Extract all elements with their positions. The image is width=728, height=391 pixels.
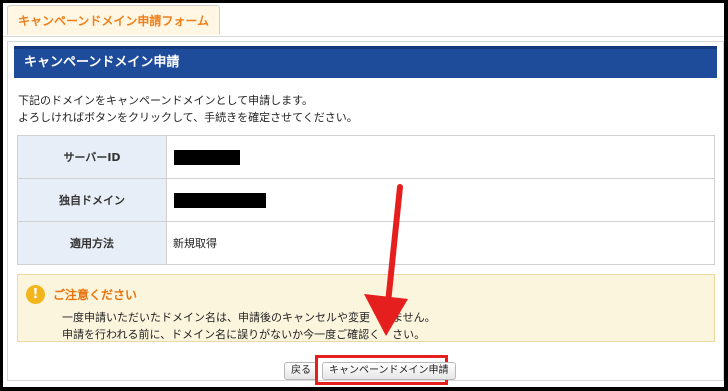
- notice-text-2-start: 申請を行われる前に、ドメイン名に誤りがないか今一度ご確認く: [62, 328, 381, 341]
- notice-text-1: 一度申請いただいたドメイン名は、申請後のキャンセルや変更 ません。: [62, 309, 436, 325]
- section-title: キャンペーンドメイン申請: [14, 46, 717, 78]
- intro-text-1: 下記のドメインをキャンペーンドメインとして申請します。: [18, 94, 314, 107]
- redaction-bar: [174, 192, 266, 208]
- back-button[interactable]: 戻る: [284, 362, 318, 380]
- domain-label: 独自ドメイン: [17, 178, 167, 222]
- page-frame: キャンペーンドメイン申請フォーム キャンペーンドメイン申請 下記のドメインをキャ…: [3, 3, 724, 387]
- notice-text-1-end: ません。: [392, 311, 436, 324]
- warning-icon: !: [26, 285, 45, 304]
- apply-campaign-domain-button[interactable]: キャンペーンドメイン申請: [322, 362, 456, 380]
- notice-text-1-start: 一度申請いただいたドメイン名は、申請後のキャンセルや変更: [62, 311, 370, 324]
- notice-text-2: 申請を行われる前に、ドメイン名に誤りがないか今一度ご確認く さい。: [62, 326, 425, 342]
- server-id-label: サーバーID: [17, 135, 167, 179]
- notice-text-2-end: さい。: [392, 328, 426, 341]
- tab-bar: キャンペーンドメイン申請フォーム: [3, 3, 724, 37]
- redaction-bar: [174, 149, 240, 165]
- method-value: 新規取得: [166, 221, 715, 265]
- table-row: 適用方法 新規取得: [17, 221, 715, 265]
- server-id-value: [166, 135, 715, 179]
- domain-value: [166, 178, 715, 222]
- main-panel: キャンペーンドメイン申請 下記のドメインをキャンペーンドメインとして申請します。…: [7, 41, 724, 385]
- intro-text-2: よろしければボタンをクリックして、手続きを確定させてください。: [18, 111, 358, 124]
- info-table: サーバーID 独自ドメイン 適用方法 新規取得: [17, 135, 715, 265]
- table-row: 独自ドメイン: [17, 178, 715, 222]
- tab-campaign-domain-form[interactable]: キャンペーンドメイン申請フォーム: [7, 5, 221, 35]
- notice-box: ! ご注意ください 一度申請いただいたドメイン名は、申請後のキャンセルや変更 ませ…: [17, 274, 715, 342]
- notice-title: ご注意ください: [53, 288, 138, 302]
- table-row: サーバーID: [17, 135, 715, 179]
- method-label: 適用方法: [17, 221, 167, 265]
